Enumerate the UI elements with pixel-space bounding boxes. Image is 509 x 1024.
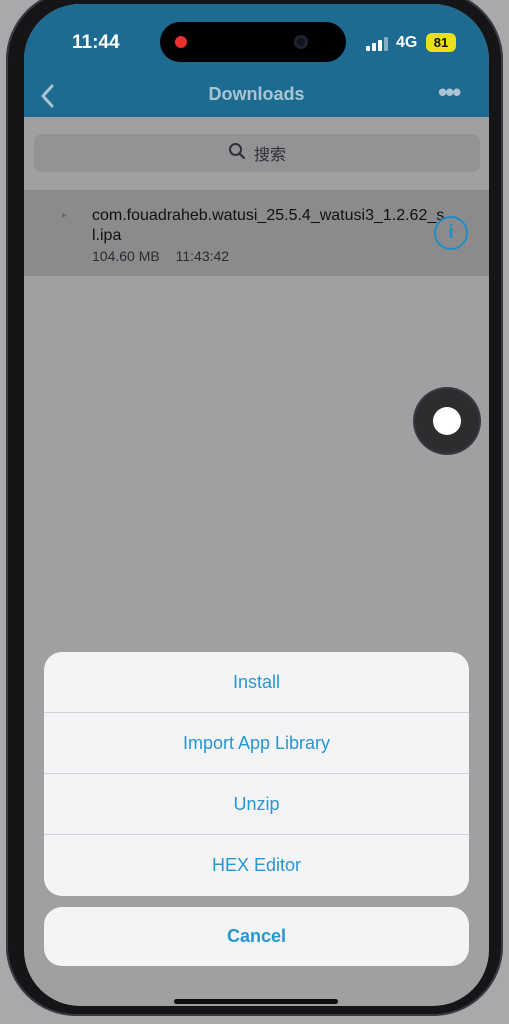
file-icon: ▸: [62, 210, 68, 221]
battery-level: 81: [433, 35, 449, 50]
home-indicator: [174, 999, 338, 1004]
action-sheet: Install Import App Library Unzip HEX Edi…: [44, 652, 469, 896]
camera-icon: [294, 35, 308, 49]
screen: 11:44 4G 81 Downloads ••• 搜索 ▸ com.fouad…: [24, 4, 489, 1006]
status-time: 11:44: [72, 32, 120, 53]
assistive-touch-dot: [433, 407, 461, 435]
cancel-button[interactable]: Cancel: [44, 907, 469, 966]
recording-indicator: [175, 36, 187, 48]
assistive-touch-button[interactable]: [415, 389, 479, 453]
file-list-item[interactable]: ▸ com.fouadraheb.watusi_25.5.4_watusi3_1…: [24, 190, 489, 276]
network-type: 4G: [396, 34, 418, 51]
unzip-button[interactable]: Unzip: [44, 774, 469, 835]
file-name: com.fouadraheb.watusi_25.5.4_watusi3_1.2…: [92, 207, 445, 244]
page-title: Downloads: [208, 84, 305, 104]
import-app-library-button[interactable]: Import App Library: [44, 713, 469, 774]
signal-icon: [366, 37, 388, 51]
more-icon[interactable]: •••: [438, 79, 461, 105]
search-input[interactable]: 搜索: [34, 134, 480, 172]
file-meta: 104.60 MB 11:43:42: [92, 248, 229, 264]
info-icon[interactable]: i: [434, 216, 468, 250]
file-time: 11:43:42: [175, 248, 230, 264]
install-button[interactable]: Install: [44, 652, 469, 713]
file-size: 104.60 MB: [92, 248, 160, 264]
dynamic-island: [160, 22, 346, 62]
search-icon: [228, 142, 246, 165]
search-placeholder: 搜索: [253, 147, 286, 164]
hex-editor-button[interactable]: HEX Editor: [44, 835, 469, 895]
battery-icon: 81: [426, 33, 456, 52]
